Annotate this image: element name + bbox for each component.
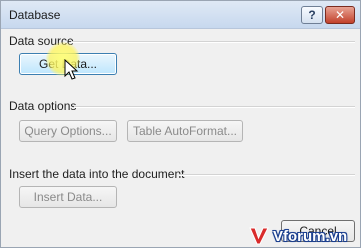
data-options-label: Data options: [9, 99, 77, 113]
insert-data-button[interactable]: Insert Data...: [19, 186, 117, 208]
data-source-divider: [71, 41, 355, 43]
database-dialog: Database ? ✕ Data source Get Data... Dat…: [0, 0, 361, 248]
insert-section-divider: [179, 174, 355, 176]
table-autoformat-button[interactable]: Table AutoFormat...: [127, 120, 243, 142]
vforum-logo-icon: [249, 227, 269, 245]
help-button[interactable]: ?: [301, 6, 323, 24]
title-bar: Database ? ✕: [1, 1, 360, 29]
insert-section-label: Insert the data into the document: [9, 167, 185, 181]
get-data-button[interactable]: Get Data...: [19, 53, 117, 75]
close-button[interactable]: ✕: [325, 6, 355, 24]
watermark: Vforum.vn: [248, 222, 363, 250]
watermark-text: Vforum.vn: [273, 227, 348, 245]
data-source-label: Data source: [9, 34, 74, 48]
data-options-divider: [74, 106, 355, 108]
dialog-title: Database: [9, 8, 61, 22]
query-options-button[interactable]: Query Options...: [19, 120, 117, 142]
